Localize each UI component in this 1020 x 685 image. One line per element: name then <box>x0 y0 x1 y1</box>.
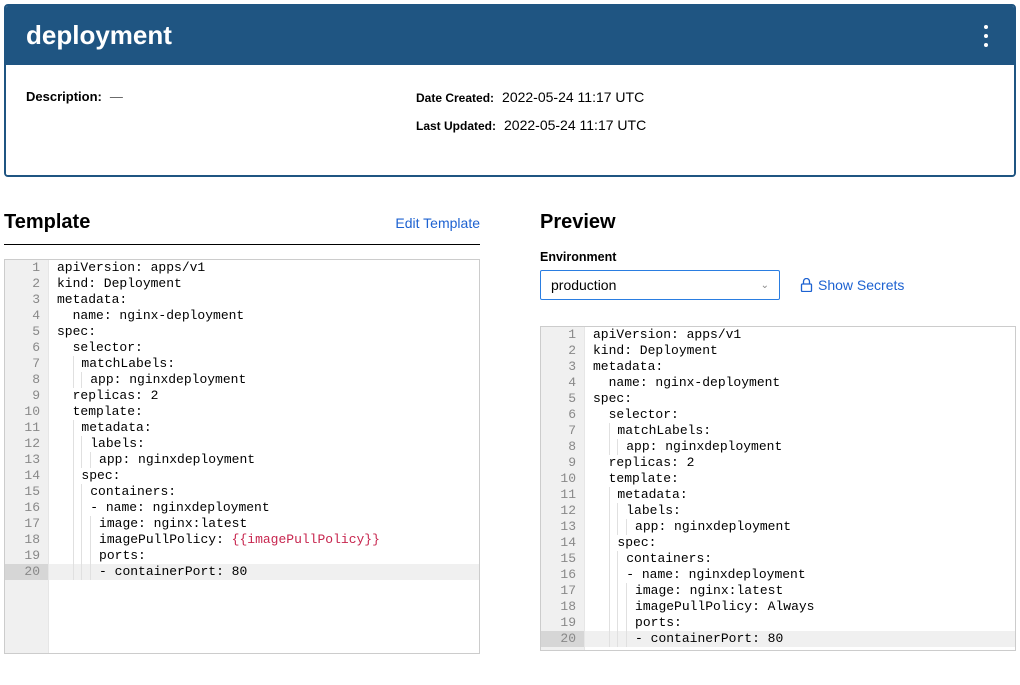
code-line: 6 selector: <box>541 407 1015 423</box>
page-title: deployment <box>26 20 172 51</box>
code-line: 5spec: <box>541 391 1015 407</box>
show-secrets-button[interactable]: Show Secrets <box>800 277 904 293</box>
template-code-panel[interactable]: 1apiVersion: apps/v12kind: Deployment3me… <box>4 259 480 654</box>
code-line: 16 - name: nginxdeployment <box>541 567 1015 583</box>
preview-heading-row: Preview <box>540 211 1016 244</box>
code-line: 4 name: nginx-deployment <box>5 308 479 324</box>
date-created-label: Date Created: <box>416 91 494 105</box>
last-updated-label: Last Updated: <box>416 119 496 133</box>
code-line: 7 matchLabels: <box>5 356 479 372</box>
code-line: 3metadata: <box>541 359 1015 375</box>
code-line: 20 - containerPort: 80 <box>5 564 479 580</box>
code-line: 11 metadata: <box>5 420 479 436</box>
code-line: 9 replicas: 2 <box>5 388 479 404</box>
template-heading-row: Template Edit Template <box>4 211 480 245</box>
environment-label: Environment <box>540 250 1016 264</box>
code-line: 8 app: nginxdeployment <box>5 372 479 388</box>
code-line: 13 app: nginxdeployment <box>541 519 1015 535</box>
date-created-value: 2022-05-24 11:17 UTC <box>502 89 644 105</box>
code-line: 4 name: nginx-deployment <box>541 375 1015 391</box>
meta-column: Date Created: 2022-05-24 11:17 UTC Last … <box>416 89 646 145</box>
code-line: 9 replicas: 2 <box>541 455 1015 471</box>
code-line: 6 selector: <box>5 340 479 356</box>
code-line: 12 labels: <box>541 503 1015 519</box>
code-line: 12 labels: <box>5 436 479 452</box>
code-line: 17 image: nginx:latest <box>541 583 1015 599</box>
preview-column: Preview Environment production ⌄ Show Se… <box>540 211 1016 654</box>
code-line: 14 spec: <box>5 468 479 484</box>
template-variable: {{imagePullPolicy}} <box>232 532 380 547</box>
last-updated-row: Last Updated: 2022-05-24 11:17 UTC <box>416 117 646 133</box>
preview-code-panel[interactable]: 1apiVersion: apps/v12kind: Deployment3me… <box>540 326 1016 651</box>
code-line: 18 imagePullPolicy: Always <box>541 599 1015 615</box>
lock-icon <box>800 278 812 292</box>
card-body: Description: — Date Created: 2022-05-24 … <box>6 65 1014 175</box>
code-line: 18 imagePullPolicy: {{imagePullPolicy}} <box>5 532 479 548</box>
more-actions-icon[interactable] <box>978 23 994 49</box>
code-line: 5spec: <box>5 324 479 340</box>
code-line: 1apiVersion: apps/v1 <box>5 260 479 276</box>
code-line: 16 - name: nginxdeployment <box>5 500 479 516</box>
environment-select[interactable]: production ⌄ <box>540 270 780 300</box>
code-line: 10 template: <box>541 471 1015 487</box>
code-line: 3metadata: <box>5 292 479 308</box>
code-line: 15 containers: <box>5 484 479 500</box>
code-line: 2kind: Deployment <box>541 343 1015 359</box>
chevron-down-icon: ⌄ <box>761 280 769 291</box>
description-value: — <box>110 89 123 104</box>
resource-card: deployment Description: — Date Created: … <box>4 4 1016 177</box>
code-line: 17 image: nginx:latest <box>5 516 479 532</box>
last-updated-value: 2022-05-24 11:17 UTC <box>504 117 646 133</box>
code-line: 2kind: Deployment <box>5 276 479 292</box>
code-line: 11 metadata: <box>541 487 1015 503</box>
code-line: 7 matchLabels: <box>541 423 1015 439</box>
template-column: Template Edit Template 1apiVersion: apps… <box>4 211 480 654</box>
preview-heading: Preview <box>540 211 616 234</box>
code-line: 13 app: nginxdeployment <box>5 452 479 468</box>
code-line: 1apiVersion: apps/v1 <box>541 327 1015 343</box>
code-line: 20 - containerPort: 80 <box>541 631 1015 647</box>
card-header: deployment <box>6 6 1014 65</box>
code-line: 8 app: nginxdeployment <box>541 439 1015 455</box>
edit-template-link[interactable]: Edit Template <box>395 215 480 231</box>
template-heading: Template <box>4 211 90 234</box>
content-columns: Template Edit Template 1apiVersion: apps… <box>0 181 1020 654</box>
show-secrets-label: Show Secrets <box>818 277 904 293</box>
description-field: Description: — <box>26 89 416 145</box>
code-line: 10 template: <box>5 404 479 420</box>
code-line: 19 ports: <box>541 615 1015 631</box>
code-line: 15 containers: <box>541 551 1015 567</box>
description-label: Description: <box>26 89 102 104</box>
code-line: 14 spec: <box>541 535 1015 551</box>
environment-value: production <box>551 277 616 293</box>
date-created-row: Date Created: 2022-05-24 11:17 UTC <box>416 89 646 105</box>
code-line: 19 ports: <box>5 548 479 564</box>
environment-row: production ⌄ Show Secrets <box>540 270 1016 300</box>
